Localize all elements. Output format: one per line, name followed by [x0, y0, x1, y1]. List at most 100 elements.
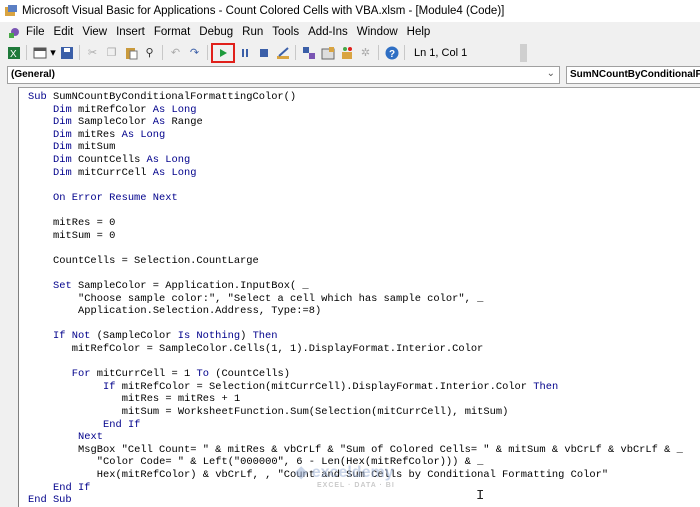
- code-line: End Sub: [28, 494, 72, 506]
- code-text: SampleColor: [77, 116, 153, 129]
- object-dropdown-value: (General): [11, 69, 55, 80]
- procedure-dropdown[interactable]: SumNCountByConditionalFormattingColor: [566, 66, 700, 84]
- standard-toolbar: X ▾ ✂ ❐ ⚲ ↶ ↷ ✲ ? Ln 1, Col 1: [0, 42, 530, 63]
- object-browser-icon[interactable]: [337, 44, 356, 62]
- code-text: CountCells: [77, 154, 147, 166]
- code-line: Application.Selection.Address, Type:=8): [78, 305, 321, 317]
- reset-icon[interactable]: [254, 44, 273, 62]
- run-sub-button[interactable]: [211, 42, 235, 63]
- code-editor[interactable]: Sub SumNCountByConditionalFormattingColo…: [18, 87, 700, 507]
- code-keyword: Is Nothing: [177, 330, 241, 343]
- code-line: End If: [103, 419, 140, 431]
- code-line: Dim mitSum: [53, 141, 115, 153]
- menu-help[interactable]: Help: [407, 26, 431, 38]
- redo-icon[interactable]: ↷: [185, 44, 204, 62]
- vba-app-icon: [4, 4, 18, 18]
- code-text: mitCurrCell = 1: [96, 368, 197, 381]
- text-cursor-icon: I: [476, 488, 485, 504]
- separator: [295, 45, 296, 60]
- code-text: mitRefColor = SampleColor.Cells(1, 1).Di…: [71, 343, 484, 355]
- menu-bar: File Edit View Insert Format Debug Run Tools Add…: [0, 22, 700, 42]
- code-text: mitCurrCell: [77, 166, 153, 179]
- code-keyword: Sub: [28, 91, 53, 103]
- code-text: (CountCells): [215, 368, 291, 381]
- code-text: mitRefColor: [77, 103, 153, 116]
- code-keyword: Dim: [53, 154, 78, 166]
- code-line: mitRefColor = SampleColor.Cells(1, 1).Di…: [72, 343, 484, 355]
- code-keyword: End Sub: [28, 494, 72, 507]
- toolbar-grip[interactable]: [520, 44, 527, 62]
- menu-view[interactable]: View: [82, 26, 107, 38]
- code-keyword: Dim: [53, 103, 78, 116]
- code-line: Next: [78, 431, 103, 443]
- code-keyword: Dim: [53, 116, 78, 129]
- code-line: On Error Resume Next: [53, 192, 178, 204]
- cursor-position: Ln 1, Col 1: [414, 46, 468, 59]
- menu-edit[interactable]: Edit: [54, 26, 74, 38]
- insert-userform-icon[interactable]: [30, 44, 49, 62]
- menu-window[interactable]: Window: [357, 26, 398, 38]
- code-line: Dim CountCells As Long: [53, 154, 190, 166]
- find-icon[interactable]: ⚲: [140, 44, 159, 62]
- code-keyword: Dim: [53, 166, 78, 179]
- code-keyword: Dim: [53, 141, 78, 154]
- menu-file[interactable]: File: [26, 26, 45, 38]
- code-line: mitSum = WorksheetFunction.Sum(Selection…: [122, 406, 509, 418]
- separator: [207, 45, 208, 60]
- code-text: CountCells = Selection.CountLarge: [53, 254, 259, 267]
- menu-debug[interactable]: Debug: [199, 26, 233, 38]
- menu-format[interactable]: Format: [154, 26, 190, 38]
- chevron-down-icon: ⌄: [546, 68, 555, 79]
- code-text: mitRes = mitRes + 1: [121, 393, 241, 406]
- exceldemy-watermark: ◆ exceldemy EXCEL · DATA · BI: [295, 464, 395, 489]
- code-line: mitRes = mitRes + 1: [122, 393, 240, 405]
- separator: [79, 45, 80, 60]
- window-title: Microsoft Visual Basic for Applications …: [22, 5, 505, 17]
- code-keyword: If: [103, 380, 122, 393]
- code-line: Dim SampleColor As Range: [53, 116, 203, 128]
- break-icon[interactable]: [235, 44, 254, 62]
- code-text: (SampleColor: [96, 330, 178, 343]
- code-line: Sub SumNCountByConditionalFormattingColo…: [28, 91, 296, 103]
- project-explorer-icon[interactable]: [299, 44, 318, 62]
- paste-icon[interactable]: [121, 44, 140, 62]
- menu-tools[interactable]: Tools: [272, 26, 299, 38]
- toolbox-icon[interactable]: ✲: [356, 44, 375, 62]
- code-line: Dim mitCurrCell As Long: [53, 167, 196, 179]
- help-icon[interactable]: ?: [382, 44, 401, 62]
- code-line: Dim mitRefColor As Long: [53, 104, 196, 116]
- code-line: For mitCurrCell = 1 To (CountCells): [72, 368, 290, 380]
- code-text: mitSum: [77, 141, 116, 154]
- excel-view-icon[interactable]: X: [4, 44, 23, 62]
- separator: [162, 45, 163, 60]
- code-keyword: For: [71, 368, 97, 381]
- design-mode-icon[interactable]: [273, 44, 292, 62]
- code-text: SumNCountByConditionalFormattingColor(): [52, 91, 297, 103]
- svg-text:?: ?: [389, 49, 395, 60]
- code-keyword: As: [152, 116, 172, 129]
- code-text: Application.Selection.Address, Type:=8): [78, 305, 322, 318]
- code-line: CountCells = Selection.CountLarge: [53, 255, 259, 267]
- menu-addins[interactable]: Add-Ins: [308, 26, 348, 38]
- code-keyword: To: [196, 368, 216, 381]
- code-keyword: As Long: [152, 103, 197, 116]
- undo-icon[interactable]: ↶: [166, 44, 185, 62]
- properties-window-icon[interactable]: [318, 44, 337, 62]
- object-dropdown[interactable]: (General) ⌄: [7, 66, 560, 84]
- code-line: "Color Code= " & Left("000000", 6 - Len(…: [97, 456, 484, 468]
- code-text: mitRes = 0: [53, 217, 116, 229]
- code-line: Dim mitRes As Long: [53, 129, 165, 141]
- menu-insert[interactable]: Insert: [116, 26, 145, 38]
- code-text: ): [240, 330, 253, 343]
- chevron-down-icon[interactable]: ▾: [49, 44, 57, 62]
- code-keyword: On Error Resume Next: [53, 191, 178, 204]
- code-keyword: As Long: [146, 154, 191, 166]
- menu-run[interactable]: Run: [242, 26, 263, 38]
- code-line: If mitRefColor = Selection(mitCurrCell).…: [103, 381, 558, 393]
- code-keyword: Set: [53, 280, 78, 292]
- code-keyword: End If: [53, 481, 91, 494]
- copy-icon[interactable]: ❐: [102, 44, 121, 62]
- save-icon[interactable]: [57, 44, 76, 62]
- cut-icon[interactable]: ✂: [83, 44, 102, 62]
- code-selectors: (General) ⌄ SumNCountByConditionalFormat…: [0, 65, 700, 85]
